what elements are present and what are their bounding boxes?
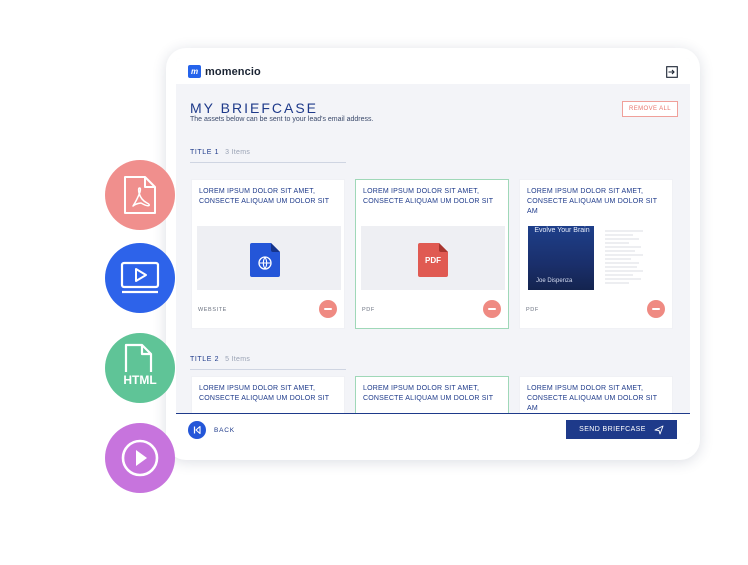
asset-thumbnail: [197, 226, 341, 290]
asset-card-title: LOREM IPSUM DOLOR SIT AMET, CONSECTE ALI…: [363, 385, 494, 402]
remove-asset-button[interactable]: [647, 300, 665, 318]
asset-type-label: PDF: [526, 307, 539, 313]
section-title-label: TITLE 2: [190, 356, 220, 363]
send-briefcase-button[interactable]: SEND BRIEFCASE: [566, 420, 677, 439]
asset-thumbnail: PDF: [361, 226, 505, 290]
asset-card-title: LOREM IPSUM DOLOR SIT AMET, CONSECTE ALI…: [199, 385, 330, 402]
remove-asset-button[interactable]: [319, 300, 337, 318]
logo: m momencio: [188, 65, 261, 78]
section-divider: [190, 369, 346, 370]
asset-card[interactable]: LOREM IPSUM DOLOR SIT AMET, CONSECTE ALI…: [519, 179, 673, 329]
asset-card-title: LOREM IPSUM DOLOR SIT AMET, CONSECTE ALI…: [199, 188, 330, 205]
play-icon: [105, 423, 175, 493]
asset-card[interactable]: LOREM IPSUM DOLOR SIT AMET, CONSECTE ALI…: [191, 179, 345, 329]
asset-card[interactable]: LOREM IPSUM DOLOR SIT AMET, CONSECTE ALI…: [355, 179, 509, 329]
section-divider: [190, 162, 346, 163]
book-title: Evolve Your Brain: [534, 227, 590, 234]
asset-card-title: LOREM IPSUM DOLOR SIT AMET, CONSECTE ALI…: [363, 188, 494, 205]
bottom-bar: BACK SEND BRIEFCASE: [176, 413, 690, 444]
website-doc-icon: [249, 242, 281, 278]
section-item-count: 3 Items: [225, 149, 251, 156]
section-title-label: TITLE 1: [190, 149, 220, 156]
book-author: Joe Dispenza: [536, 278, 573, 284]
app-screen: m momencio MY BRIEFCASE The assets below…: [176, 58, 690, 444]
back-icon: [193, 425, 201, 435]
logo-mark-icon: m: [188, 65, 201, 78]
book-cover-thumbnail: Evolve Your Brain Joe Dispenza: [525, 226, 669, 290]
page-title: MY BRIEFCASE: [190, 100, 318, 116]
pdf-doc-icon: PDF: [417, 242, 449, 278]
page-subtitle: The assets below can be sent to your lea…: [190, 116, 374, 123]
pdf-icon: [105, 160, 175, 230]
remove-asset-button[interactable]: [483, 300, 501, 318]
section-title-1: TITLE 1 3 Items: [190, 149, 250, 156]
back-label[interactable]: BACK: [214, 427, 235, 434]
pdf-doc-label: PDF: [425, 256, 441, 265]
book-cover: Evolve Your Brain Joe Dispenza: [528, 226, 594, 290]
html-icon: HTML: [105, 333, 175, 403]
send-icon: [654, 425, 664, 434]
asset-type-label: PDF: [362, 307, 375, 313]
section-item-count: 5 Items: [225, 356, 251, 363]
asset-card-title: LOREM IPSUM DOLOR SIT AMET, CONSECTE ALI…: [527, 385, 658, 412]
video-icon: [105, 243, 175, 313]
asset-card-title: LOREM IPSUM DOLOR SIT AMET, CONSECTE ALI…: [527, 188, 658, 215]
book-page-preview: [603, 228, 665, 290]
html-icon-label: HTML: [123, 373, 157, 387]
send-briefcase-label: SEND BRIEFCASE: [579, 426, 646, 433]
asset-type-label: WEBSITE: [198, 307, 227, 313]
logout-icon[interactable]: [666, 65, 678, 78]
section-title-2: TITLE 2 5 Items: [190, 356, 250, 363]
logo-text: momencio: [205, 65, 261, 78]
back-button[interactable]: [188, 421, 206, 439]
remove-all-button[interactable]: REMOVE ALL: [622, 101, 678, 117]
top-bar: m momencio: [176, 58, 690, 84]
